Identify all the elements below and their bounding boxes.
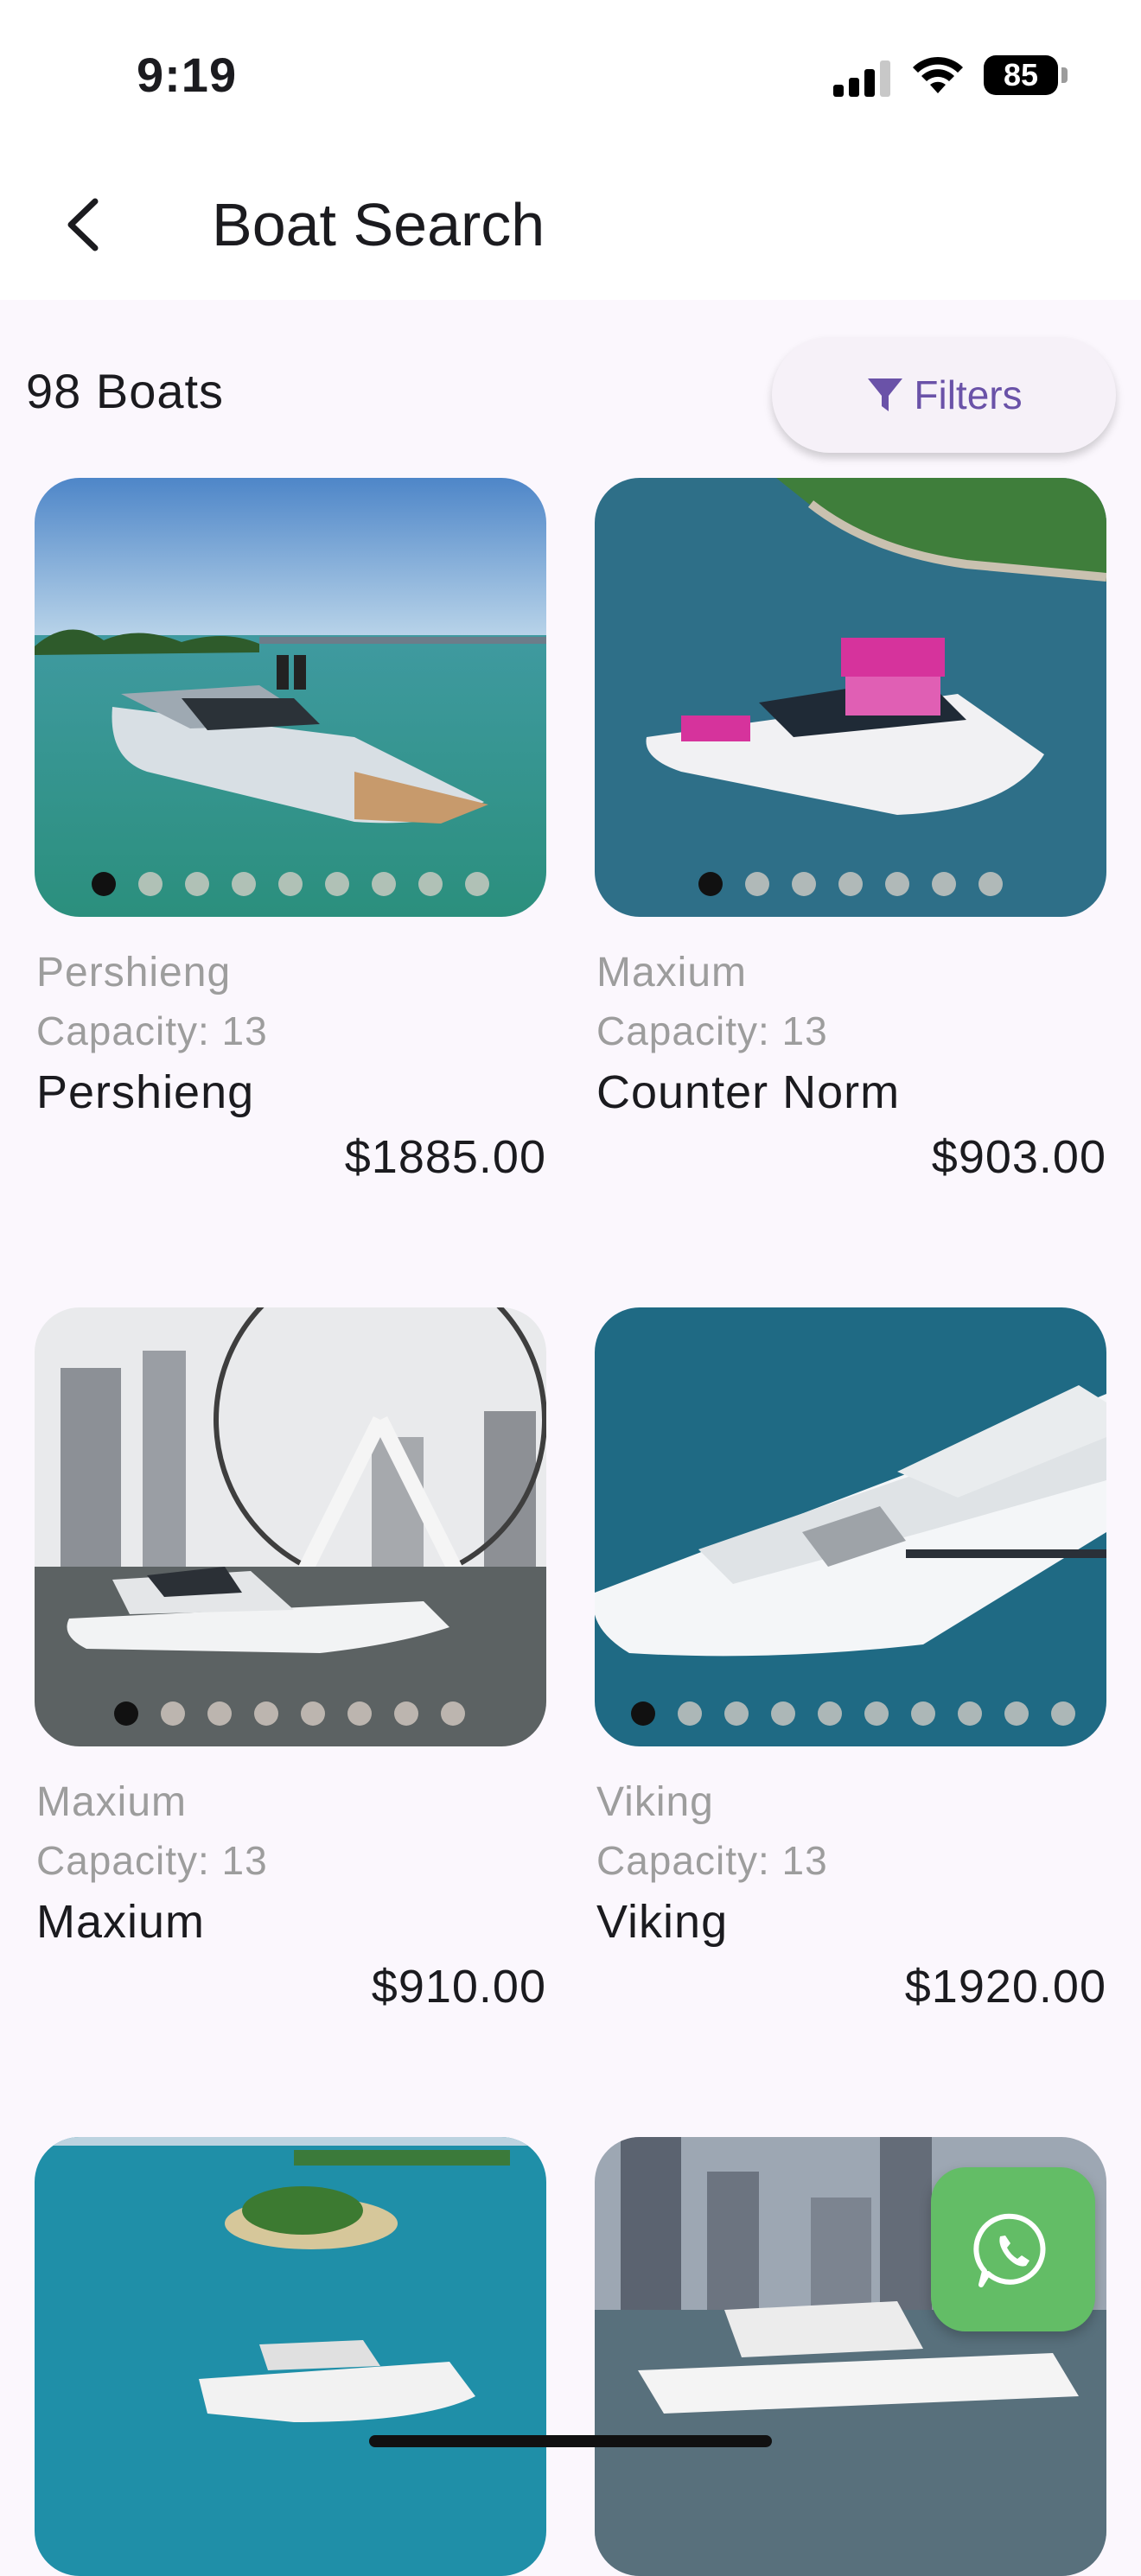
boat-price: $1885.00 [344,1131,546,1183]
boat-photo[interactable] [595,478,1106,917]
wifi-icon [913,56,963,93]
whatsapp-icon [973,2213,1046,2287]
boat-price: $910.00 [371,1961,546,2013]
cellular-signal-icon [833,57,894,97]
boat-price: $903.00 [931,1131,1106,1183]
boat-name: Pershieng [36,1066,255,1118]
boat-capacity: Capacity: 13 [596,1838,828,1883]
boat-make: Maxium [596,950,748,995]
filter-icon [868,378,903,411]
boat-price: $1920.00 [904,1961,1106,2013]
boat-make: Pershieng [36,950,232,995]
carousel-dots [595,1701,1106,1726]
boat-photo[interactable] [35,2137,546,2576]
battery-icon: 85 [984,55,1058,95]
boat-name: Counter Norm [596,1066,901,1118]
carousel-dots [595,872,1106,896]
boat-image [35,2137,546,2576]
boat-photo[interactable] [595,1307,1106,1746]
status-time: 9:19 [137,48,238,102]
app-bar: Boat Search [0,151,1141,300]
back-arrow-icon[interactable] [52,186,121,264]
boat-photo[interactable] [35,1307,546,1746]
boat-image [595,478,1106,917]
page-title: Boat Search [212,191,545,258]
home-indicator [369,2435,772,2447]
battery-tip [1061,67,1068,83]
boat-name: Viking [596,1896,729,1948]
carousel-dots [35,872,546,896]
boat-image [35,1307,546,1746]
results-count: 98 Boats [26,364,225,418]
filters-label: Filters [914,372,1023,417]
boat-make: Viking [596,1779,714,1825]
boat-name: Maxium [36,1896,206,1948]
carousel-dots [35,1701,546,1726]
boat-make: Maxium [36,1779,188,1825]
status-bar: 9:19 85 [0,0,1141,151]
boat-image [35,478,546,917]
boat-capacity: Capacity: 13 [596,1008,828,1053]
boat-capacity: Capacity: 13 [36,1008,268,1053]
boat-image [595,1307,1106,1746]
filters-button[interactable]: Filters [772,337,1116,453]
boat-capacity: Capacity: 13 [36,1838,268,1883]
whatsapp-button[interactable] [931,2167,1095,2331]
boat-photo[interactable] [35,478,546,917]
